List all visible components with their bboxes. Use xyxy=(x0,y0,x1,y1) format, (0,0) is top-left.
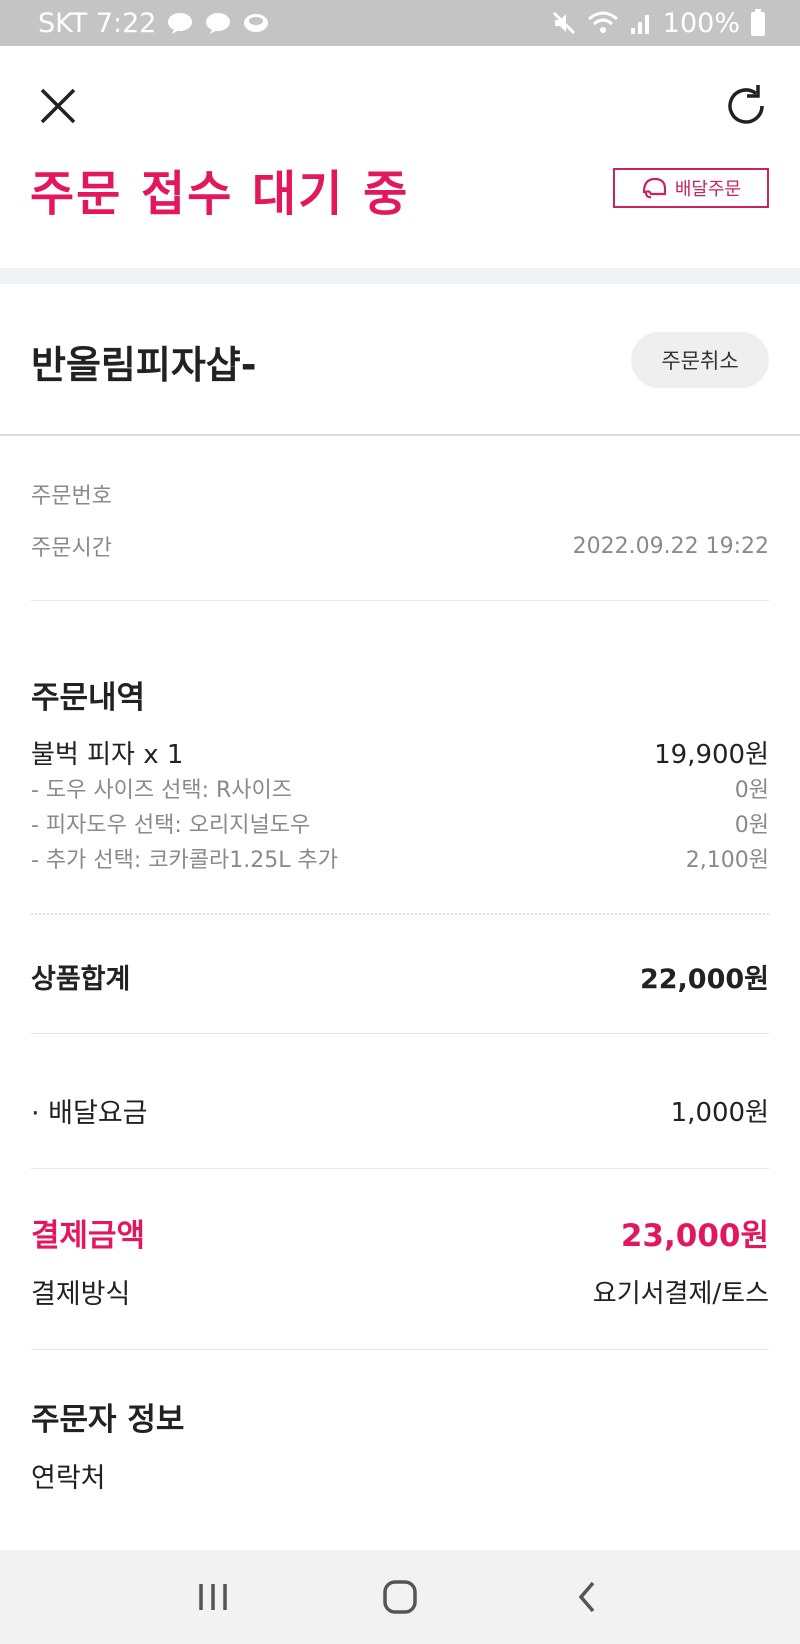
app-notification-icon xyxy=(244,14,269,32)
order-time-value: 2022.09.22 19:22 xyxy=(572,533,769,559)
refresh-icon xyxy=(728,85,764,124)
divider xyxy=(31,1349,769,1350)
carrier-time: SKT 7:22 xyxy=(38,7,157,39)
helmet-icon xyxy=(642,177,666,199)
recent-apps-button[interactable] xyxy=(183,1567,243,1627)
contact-label: 연락처 xyxy=(31,1463,106,1494)
option-label: - 추가 선택: 코카콜라1.25L 추가 xyxy=(31,848,338,873)
payment-total-row: 결제금액 23,000원 xyxy=(31,1210,769,1255)
mute-icon xyxy=(552,11,575,35)
order-item-row: 불벅 피자 x 1 19,900원 xyxy=(31,734,769,771)
order-time-row: 주문시간 2022.09.22 19:22 xyxy=(31,530,769,562)
system-nav-bar xyxy=(0,1550,800,1644)
delivery-fee-value: 1,000원 xyxy=(670,1098,769,1128)
contact-row: 연락처 xyxy=(31,1456,769,1495)
payment-total-label: 결제금액 xyxy=(31,1218,146,1254)
divider xyxy=(31,1033,769,1034)
payment-method-value: 요기서결제/토스 xyxy=(592,1279,769,1309)
delivery-fee-row: · 배달요금 1,000원 xyxy=(31,1091,769,1130)
page-title: 주문 접수 대기 중 xyxy=(30,166,410,222)
battery-icon xyxy=(751,9,765,36)
status-right: 100% xyxy=(551,8,766,39)
option-row: - 도우 사이즈 선택: R사이즈 0원 xyxy=(31,772,769,804)
close-icon xyxy=(40,88,76,124)
talk-icon xyxy=(206,13,231,34)
delivery-fee-label: · 배달요금 xyxy=(31,1098,148,1129)
option-row: - 추가 선택: 코카콜라1.25L 추가 2,100원 xyxy=(31,842,769,874)
back-button[interactable] xyxy=(557,1567,617,1627)
option-label: - 피자도우 선택: 오리지널도우 xyxy=(31,813,311,838)
recent-apps-icon xyxy=(199,1584,228,1610)
delivery-order-badge: 배달주문 xyxy=(613,168,769,208)
signal-icon xyxy=(630,15,649,34)
option-price: 2,100원 xyxy=(685,848,769,873)
payment-total-value: 23,000원 xyxy=(620,1218,769,1254)
order-time-label: 주문시간 xyxy=(31,536,112,561)
store-row: 반올림피자샵- 주문취소 xyxy=(0,284,800,436)
payment-method-row: 결제방식 요기서결제/토스 xyxy=(31,1272,769,1311)
wifi-icon xyxy=(587,11,618,33)
option-price: 0원 xyxy=(734,778,769,803)
order-number-row: 주문번호 xyxy=(31,478,769,510)
divider xyxy=(31,1168,769,1169)
refresh-button[interactable] xyxy=(722,82,770,130)
subtotal-row: 상품합계 22,000원 xyxy=(31,957,769,996)
option-price: 0원 xyxy=(734,813,769,838)
payment-method-label: 결제방식 xyxy=(31,1279,131,1310)
close-button[interactable] xyxy=(36,84,80,128)
status-left: SKT 7:22 xyxy=(38,8,270,39)
back-icon xyxy=(578,1581,594,1613)
order-details-title: 주문내역 xyxy=(31,680,146,716)
home-icon xyxy=(383,1580,417,1614)
divider xyxy=(31,600,769,601)
store-name: 반올림피자샵- xyxy=(31,343,257,387)
cancel-order-button[interactable]: 주문취소 xyxy=(631,332,769,388)
order-item-name: 불벅 피자 x 1 xyxy=(31,740,184,770)
orderer-info-title: 주문자 정보 xyxy=(31,1402,185,1438)
section-divider xyxy=(0,268,800,284)
subtotal-label: 상품합계 xyxy=(31,964,131,995)
home-button[interactable] xyxy=(370,1567,430,1627)
status-bar: SKT 7:22 100% xyxy=(0,0,800,46)
order-item-price: 19,900원 xyxy=(654,740,769,770)
dotted-divider xyxy=(31,913,769,915)
option-row: - 피자도우 선택: 오리지널도우 0원 xyxy=(31,807,769,839)
subtotal-value: 22,000원 xyxy=(639,964,769,995)
option-label: - 도우 사이즈 선택: R사이즈 xyxy=(31,778,293,803)
delivery-badge-label: 배달주문 xyxy=(674,179,742,200)
chat-bubble-icon xyxy=(168,13,193,34)
order-number-label: 주문번호 xyxy=(31,484,112,509)
header: 주문 접수 대기 중 배달주문 xyxy=(0,46,800,268)
battery-percent: 100% xyxy=(662,7,740,39)
